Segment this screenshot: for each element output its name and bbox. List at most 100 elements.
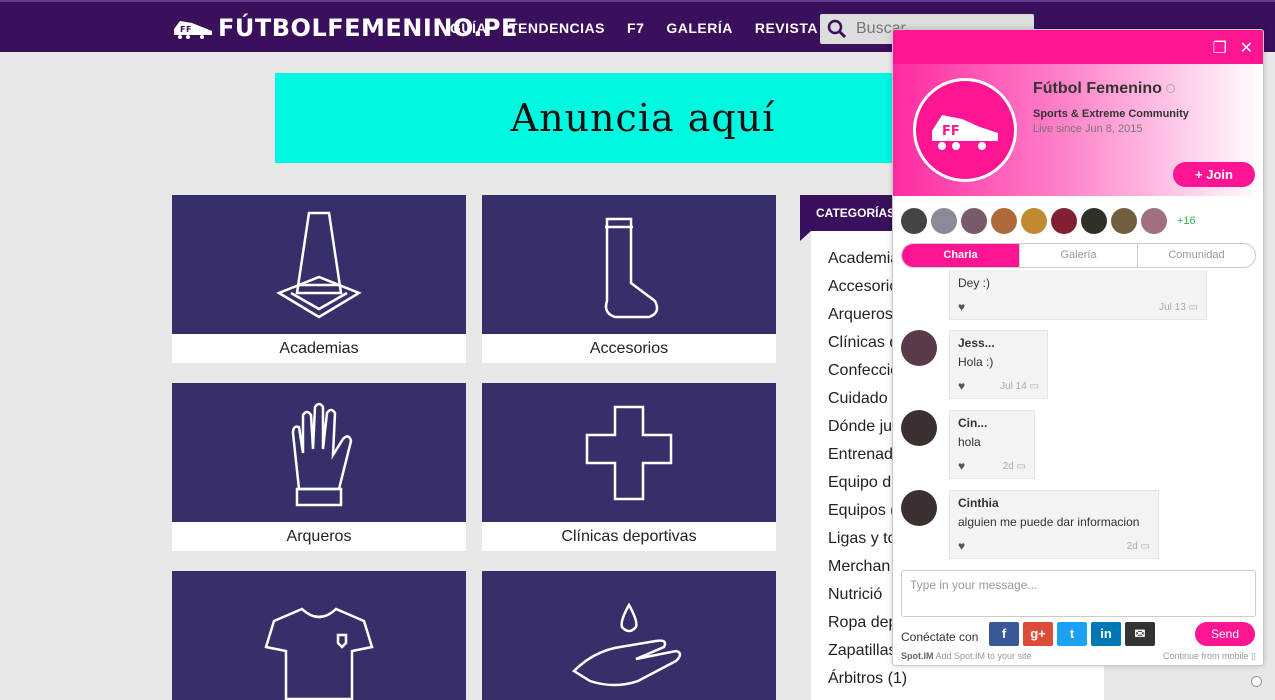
add-spotim-link[interactable]: Spot.IM Add Spot.IM to your site bbox=[901, 651, 1032, 662]
close-icon[interactable]: ✕ bbox=[1240, 38, 1253, 58]
nav-revista[interactable]: REVISTA bbox=[755, 20, 818, 36]
google-plus-icon[interactable]: g+ bbox=[1023, 622, 1053, 646]
heart-icon[interactable]: ♥ bbox=[958, 379, 965, 393]
message-text: alguien me puede dar informacion bbox=[958, 515, 1140, 529]
widget-titlebar: ❐ ✕ bbox=[893, 30, 1263, 64]
message-time-text: 2d bbox=[1126, 540, 1138, 552]
message-bubble: Cinthia alguien me puede dar informacion… bbox=[949, 490, 1159, 559]
category-card-clinicas[interactable]: Clínicas deportivas bbox=[482, 383, 776, 551]
email-icon[interactable]: ✉ bbox=[1125, 622, 1155, 646]
message-input[interactable]: Type in your message... bbox=[901, 570, 1256, 617]
member-avatar[interactable] bbox=[1051, 208, 1077, 234]
card-image bbox=[482, 571, 776, 700]
member-avatar[interactable] bbox=[961, 208, 987, 234]
glove-icon bbox=[291, 402, 353, 506]
card-image bbox=[172, 195, 466, 334]
message-meta: ♥ 2d ▭ bbox=[958, 539, 1150, 553]
community-avatar: FF bbox=[913, 78, 1017, 182]
svg-text:FF: FF bbox=[942, 124, 960, 139]
member-avatar[interactable] bbox=[901, 208, 927, 234]
nav-guia[interactable]: GUÍA bbox=[450, 20, 487, 36]
widget-footer: Spot.IM Add Spot.IM to your site Continu… bbox=[901, 651, 1256, 662]
avatar[interactable] bbox=[901, 410, 937, 446]
message-text: Hola :) bbox=[958, 355, 994, 369]
message-time: Jul 13 ▭ bbox=[1159, 302, 1198, 313]
message-bubble: Dey :) ♥ Jul 13 ▭ bbox=[949, 270, 1207, 320]
member-avatar[interactable] bbox=[1141, 208, 1167, 234]
popout-icon[interactable]: ❐ bbox=[1213, 38, 1227, 58]
jersey-icon bbox=[264, 607, 374, 700]
spotim-logo: Spot.IM bbox=[901, 651, 934, 661]
community-name: Fútbol Femenino bbox=[1033, 80, 1175, 98]
category-link[interactable]: Árbitros (1) bbox=[828, 665, 1104, 693]
main-nav: GUÍA TENDENCIAS F7 GALERÍA REVISTA bbox=[450, 20, 818, 36]
continue-mobile-text: Continue from mobile bbox=[1162, 651, 1249, 661]
card-label: Academias bbox=[279, 340, 359, 357]
message-time: 2d ▭ bbox=[1003, 461, 1026, 472]
community-header: FF Fútbol Femenino Sports & Extreme Comm… bbox=[893, 64, 1263, 196]
card-image bbox=[482, 383, 776, 522]
heart-icon[interactable]: ♥ bbox=[958, 300, 965, 314]
banner-text: Anuncia aquí bbox=[510, 96, 776, 140]
category-card-jersey[interactable] bbox=[172, 571, 466, 700]
message-meta: ♥ 2d ▭ bbox=[958, 459, 1026, 473]
connect-label: Conéctate con bbox=[901, 630, 979, 644]
widget-resize-handle[interactable] bbox=[1251, 676, 1262, 687]
mobile-icon: ▯ bbox=[1251, 651, 1256, 661]
member-avatar[interactable] bbox=[1081, 208, 1107, 234]
tab-charla[interactable]: Charla bbox=[902, 244, 1020, 267]
member-avatar[interactable] bbox=[1111, 208, 1137, 234]
heart-icon[interactable]: ♥ bbox=[958, 539, 965, 553]
join-button[interactable]: + Join bbox=[1173, 162, 1255, 187]
card-image bbox=[482, 195, 776, 334]
category-card-hand[interactable] bbox=[482, 571, 776, 700]
community-chat-widget: ❐ ✕ FF Fútbol Femenino Sports & Extreme … bbox=[892, 29, 1264, 666]
avatar[interactable] bbox=[901, 490, 937, 526]
send-button[interactable]: Send bbox=[1195, 622, 1255, 646]
member-avatar[interactable] bbox=[931, 208, 957, 234]
sock-icon bbox=[604, 217, 659, 318]
more-members[interactable]: +16 bbox=[1177, 215, 1196, 227]
member-avatar[interactable] bbox=[991, 208, 1017, 234]
boot-icon: FF bbox=[932, 115, 998, 150]
hand-drop-icon bbox=[572, 601, 682, 686]
message-meta: ♥ Jul 13 ▭ bbox=[958, 300, 1198, 314]
cross-icon bbox=[585, 405, 673, 500]
message-author[interactable]: Cin... bbox=[958, 416, 1026, 430]
nav-tendencias[interactable]: TENDENCIAS bbox=[509, 20, 605, 36]
nav-f7[interactable]: F7 bbox=[627, 20, 644, 36]
message-text: hola bbox=[958, 435, 981, 449]
category-card-academias[interactable]: Academias bbox=[172, 195, 466, 363]
avatar[interactable] bbox=[901, 330, 937, 366]
twitter-icon[interactable]: t bbox=[1057, 622, 1087, 646]
community-type: Sports & Extreme Community bbox=[1033, 108, 1189, 120]
member-avatar[interactable] bbox=[1021, 208, 1047, 234]
members-strip: +16 bbox=[901, 208, 1196, 234]
tab-galeria[interactable]: Galería bbox=[1020, 244, 1138, 267]
search-icon[interactable] bbox=[826, 18, 848, 40]
linkedin-icon[interactable]: in bbox=[1091, 622, 1121, 646]
add-spotim-text: Add Spot.IM to your site bbox=[935, 651, 1032, 661]
message-time: Jul 14 ▭ bbox=[1000, 381, 1039, 392]
card-label: Accesorios bbox=[589, 340, 669, 357]
card-image bbox=[172, 383, 466, 522]
message-author[interactable]: Cinthia bbox=[958, 496, 1150, 510]
desktop-icon: ▭ bbox=[1188, 301, 1198, 313]
categories-header-tab bbox=[800, 231, 811, 241]
svg-text:FF: FF bbox=[180, 25, 192, 34]
message-time-text: Jul 14 bbox=[1000, 380, 1027, 392]
boot-logo-icon: FF bbox=[174, 21, 212, 39]
heart-icon[interactable]: ♥ bbox=[958, 459, 965, 473]
nav-galeria[interactable]: GALERÍA bbox=[666, 20, 733, 36]
message-author[interactable]: Jess... bbox=[958, 336, 1039, 350]
continue-mobile-link[interactable]: Continue from mobile ▯ bbox=[1163, 651, 1256, 662]
facebook-icon[interactable]: f bbox=[989, 622, 1019, 646]
card-label: Arqueros bbox=[286, 528, 352, 545]
category-card-arqueros[interactable]: Arqueros bbox=[172, 383, 466, 551]
tab-comunidad[interactable]: Comunidad bbox=[1138, 244, 1255, 267]
card-label: Clínicas deportivas bbox=[561, 528, 697, 545]
categories-header: CATEGORÍAS bbox=[800, 195, 900, 231]
message-list: Dey :) ♥ Jul 13 ▭ Jess... Hola :) ♥ Jul 14… bbox=[893, 270, 1263, 560]
message-time: 2d ▭ bbox=[1127, 541, 1150, 552]
category-card-accesorios[interactable]: Accesorios bbox=[482, 195, 776, 363]
